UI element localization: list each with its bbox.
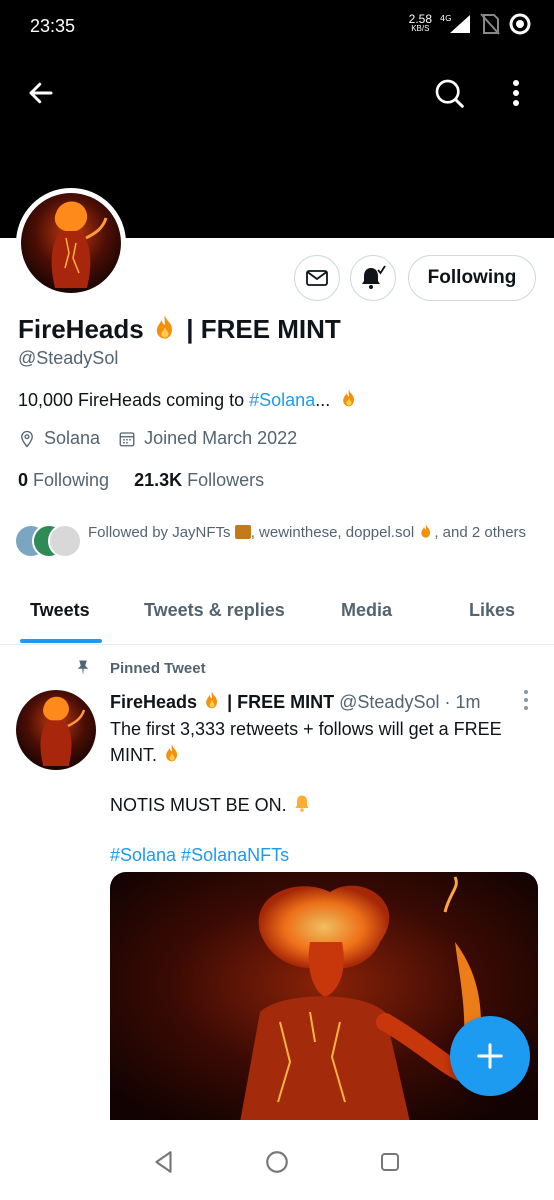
- emoji-image: [234, 525, 251, 539]
- following-count-link[interactable]: 0 Following: [18, 470, 109, 490]
- more-button[interactable]: [493, 70, 539, 116]
- profile-counts: 0 Following 21.3K Followers: [18, 470, 264, 491]
- profile-bio: 10,000 FireHeads coming to #Solana...: [18, 388, 359, 413]
- tweet-more-button[interactable]: [516, 688, 536, 712]
- signal-icon: 4G: [440, 14, 470, 33]
- network-speed: 2.58 KB/S: [408, 12, 432, 33]
- tab-tweets[interactable]: Tweets: [30, 600, 90, 621]
- notifications-button[interactable]: [350, 255, 396, 301]
- tab-tweets-replies[interactable]: Tweets & replies: [144, 600, 285, 621]
- pinned-tweet-label: Pinned Tweet: [74, 658, 206, 678]
- fire-emoji: [162, 743, 182, 770]
- tweet-author-avatar[interactable]: [16, 690, 96, 770]
- profile-tabs: Tweets Tweets & replies Media Likes: [0, 590, 554, 645]
- profile-meta: Solana Joined March 2022: [18, 428, 297, 449]
- profile-location: Solana: [44, 428, 101, 448]
- more-vertical-icon: [524, 690, 528, 710]
- triangle-back-icon: [155, 1151, 172, 1173]
- search-icon: [435, 79, 464, 108]
- back-arrow-icon: [29, 82, 53, 104]
- fire-emoji: [202, 690, 222, 715]
- svg-text:4G: 4G: [440, 14, 451, 23]
- active-tab-indicator: [20, 639, 102, 643]
- bio-hashtag-link[interactable]: #Solana: [249, 390, 315, 410]
- followed-by[interactable]: Followed by JayNFTs , wewinthese, doppel…: [14, 522, 534, 560]
- calendar-icon: [119, 431, 135, 446]
- circle-home-icon: [266, 1151, 288, 1173]
- fire-emoji: [151, 313, 179, 348]
- square-recents-icon: [381, 1153, 399, 1171]
- compose-tweet-button[interactable]: [450, 1016, 530, 1096]
- tweet-body: The first 3,333 retweets + follows will …: [110, 716, 530, 868]
- display-name: FireHeads | FREE MINT: [18, 313, 341, 348]
- location-pin-icon: [21, 430, 33, 448]
- followed-by-avatars: [14, 522, 84, 560]
- tab-media[interactable]: Media: [341, 600, 392, 621]
- fire-emoji: [418, 523, 434, 546]
- pin-icon: [77, 660, 89, 676]
- profile-avatar[interactable]: [16, 188, 126, 298]
- profile-handle: @SteadySol: [18, 348, 119, 368]
- nav-back-button[interactable]: [146, 1144, 182, 1180]
- plus-icon: [477, 1043, 503, 1069]
- tweet-header: FireHeads | FREE MINT @SteadySol · 1m: [110, 690, 481, 715]
- profile-joined: Joined March 2022: [144, 428, 298, 448]
- bell-check-icon: [362, 265, 386, 289]
- system-nav-bar: [0, 1120, 554, 1200]
- tweet-author-handle[interactable]: @SteadySol: [339, 692, 439, 712]
- tweet-time: 1m: [455, 692, 481, 712]
- nav-home-button[interactable]: [259, 1144, 295, 1180]
- search-button[interactable]: [426, 70, 472, 116]
- avatar-image: [21, 193, 121, 293]
- tab-likes[interactable]: Likes: [469, 600, 515, 621]
- message-button[interactable]: [294, 255, 340, 301]
- follower-avatar: [48, 524, 82, 558]
- no-sim-icon: [480, 13, 500, 35]
- nav-recents-button[interactable]: [372, 1144, 408, 1180]
- followers-count-link[interactable]: 21.3K Followers: [134, 470, 264, 490]
- back-button[interactable]: [18, 70, 64, 116]
- tweet-author-name[interactable]: FireHeads: [110, 692, 197, 712]
- message-icon: [306, 270, 328, 286]
- status-time: 23:35: [30, 16, 76, 36]
- followed-by-text: Followed by JayNFTs , wewinthese, doppel…: [88, 522, 526, 560]
- battery-icon: [509, 13, 531, 35]
- following-button[interactable]: Following: [408, 255, 536, 301]
- status-icons: 2.58 KB/S 4G: [409, 12, 532, 36]
- tweet-hashtags[interactable]: #Solana #SolanaNFTs: [110, 842, 530, 868]
- fire-emoji: [339, 388, 359, 413]
- bell-emoji: [292, 793, 312, 820]
- more-vertical-icon: [513, 80, 519, 106]
